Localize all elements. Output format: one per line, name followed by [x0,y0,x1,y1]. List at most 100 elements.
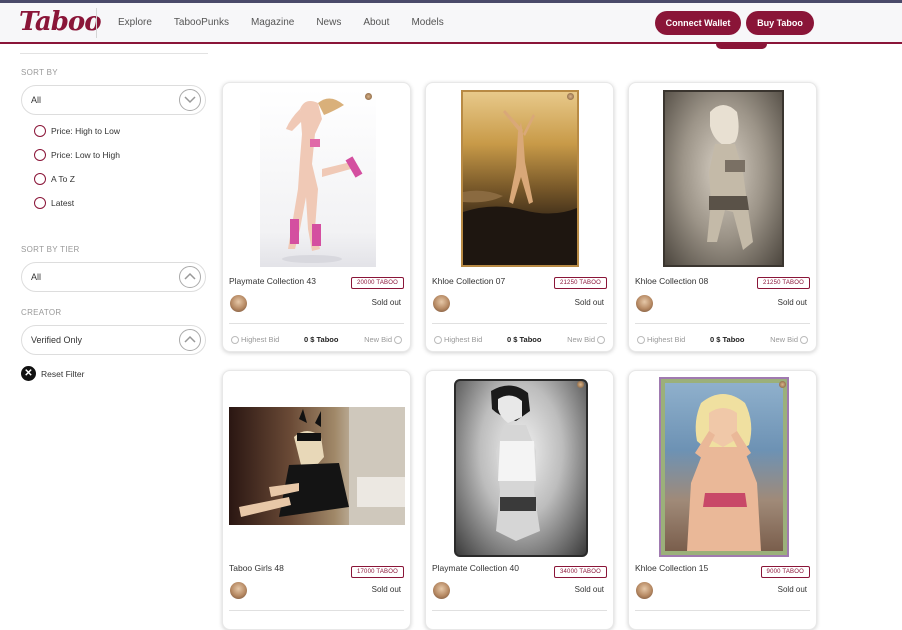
highest-bid-label: Highest Bid [241,335,280,344]
creator-avatar[interactable] [636,582,653,599]
site-header: Taboo Explore TabooPunks Magazine News A… [0,3,902,44]
nav-news[interactable]: News [316,17,341,28]
nft-image[interactable] [663,90,784,267]
creator-avatar[interactable] [636,295,653,312]
price-badge: 21250 TABOO [553,277,607,289]
info-icon [637,335,645,344]
card-title: Khloe Collection 08 [635,276,709,286]
creator-value: Verified Only [31,335,83,345]
radio-icon[interactable] [34,149,46,161]
card-title: Playmate Collection 43 [229,276,316,286]
sort-by-select[interactable]: All [21,85,206,115]
sort-option-label: A To Z [51,174,75,184]
new-bid-button[interactable]: New Bid [770,335,810,344]
price-badge: 9000 TABOO [760,566,810,578]
card-title: Taboo Girls 48 [229,563,284,573]
sort-option-a-to-z[interactable]: A To Z [34,173,75,185]
highest-bid-label: Highest Bid [647,335,686,344]
sort-option-label: Price: High to Low [51,126,120,136]
creator-avatar[interactable] [230,582,247,599]
sort-by-value: All [31,95,42,105]
nft-image[interactable] [229,407,405,525]
sort-option-label: Latest [51,198,75,208]
nft-card[interactable]: Playmate Collection 43 20000 TABOO Sold … [222,82,411,352]
creator-avatar[interactable] [433,582,450,599]
status-text: Sold out [777,585,807,594]
status-text: Sold out [371,298,401,307]
nft-image[interactable] [461,90,579,267]
sort-by-label: SORT BY [21,68,58,77]
price-badge: 21250 TABOO [756,277,810,289]
creator-avatar[interactable] [230,295,247,312]
radio-icon[interactable] [34,197,46,209]
status-text: Sold out [371,585,401,594]
creator-label: CREATOR [21,308,62,317]
nav-models[interactable]: Models [411,17,443,28]
reset-filter-button[interactable]: ✕ Reset Filter [21,366,84,381]
logo-divider [96,8,97,38]
main-nav: Explore TabooPunks Magazine News About M… [118,17,466,28]
reset-filter-label: Reset Filter [41,368,85,379]
chevron-up-icon[interactable] [179,266,201,288]
new-bid-label: New Bid [770,335,798,344]
nft-card[interactable]: Khloe Collection 08 21250 TABOO Sold out… [628,82,817,352]
creator-select[interactable]: Verified Only [21,325,206,355]
card-divider [635,610,810,611]
nft-card[interactable]: Khloe Collection 07 21250 TABOO Sold out… [425,82,614,352]
info-icon [231,335,239,344]
tier-value: All [31,272,42,282]
nav-magazine[interactable]: Magazine [251,17,294,28]
info-icon [434,335,442,344]
nft-card[interactable]: Playmate Collection 40 34000 TABOO Sold … [425,370,614,630]
badge-icon [577,381,584,388]
price-badge: 17000 TABOO [350,566,404,578]
close-icon[interactable]: ✕ [21,366,36,381]
bid-amount: 0 $ Taboo [710,335,745,344]
status-text: Sold out [574,298,604,307]
new-bid-label: New Bid [364,335,392,344]
plus-icon[interactable] [800,335,808,344]
badge-icon [365,93,372,100]
radio-icon[interactable] [34,173,46,185]
plus-icon[interactable] [597,335,605,344]
sort-option-price-high-low[interactable]: Price: High to Low [34,125,120,137]
connect-wallet-button[interactable]: Connect Wallet [655,11,741,35]
nft-image[interactable] [454,379,588,557]
card-divider [229,610,404,611]
card-title: Khloe Collection 15 [635,563,709,573]
new-bid-label: New Bid [567,335,595,344]
sort-option-latest[interactable]: Latest [34,197,74,209]
buy-taboo-button[interactable]: Buy Taboo [746,11,814,35]
price-badge: 20000 TABOO [350,277,404,289]
sort-option-price-low-high[interactable]: Price: Low to High [34,149,120,161]
card-divider [229,323,404,324]
card-title: Khloe Collection 07 [432,276,506,286]
nft-card[interactable]: Khloe Collection 15 9000 TABOO Sold out [628,370,817,630]
chevron-down-icon[interactable] [179,89,201,111]
nft-image[interactable] [659,377,789,557]
radio-icon[interactable] [34,125,46,137]
chevron-up-icon[interactable] [179,329,201,351]
status-text: Sold out [777,298,807,307]
highest-bid: Highest Bid [229,335,279,344]
price-badge: 34000 TABOO [553,566,607,578]
nav-taboopunks[interactable]: TabooPunks [174,17,229,28]
new-bid-button[interactable]: New Bid [567,335,607,344]
creator-avatar[interactable] [433,295,450,312]
new-bid-button[interactable]: New Bid [364,335,404,344]
badge-icon [779,381,786,388]
bid-amount: 0 $ Taboo [304,335,339,344]
badge-icon [567,93,574,100]
card-divider [635,323,810,324]
taboo-logo[interactable]: Taboo [19,7,102,37]
highest-bid: Highest Bid [432,335,482,344]
nav-about[interactable]: About [363,17,389,28]
card-title: Playmate Collection 40 [432,563,519,573]
nft-image[interactable] [260,89,376,267]
nav-explore[interactable]: Explore [118,17,152,28]
bid-amount: 0 $ Taboo [507,335,542,344]
card-divider [432,610,607,611]
plus-icon[interactable] [394,335,402,344]
sort-by-tier-select[interactable]: All [21,262,206,292]
nft-card[interactable]: Taboo Girls 48 17000 TABOO Sold out [222,370,411,630]
